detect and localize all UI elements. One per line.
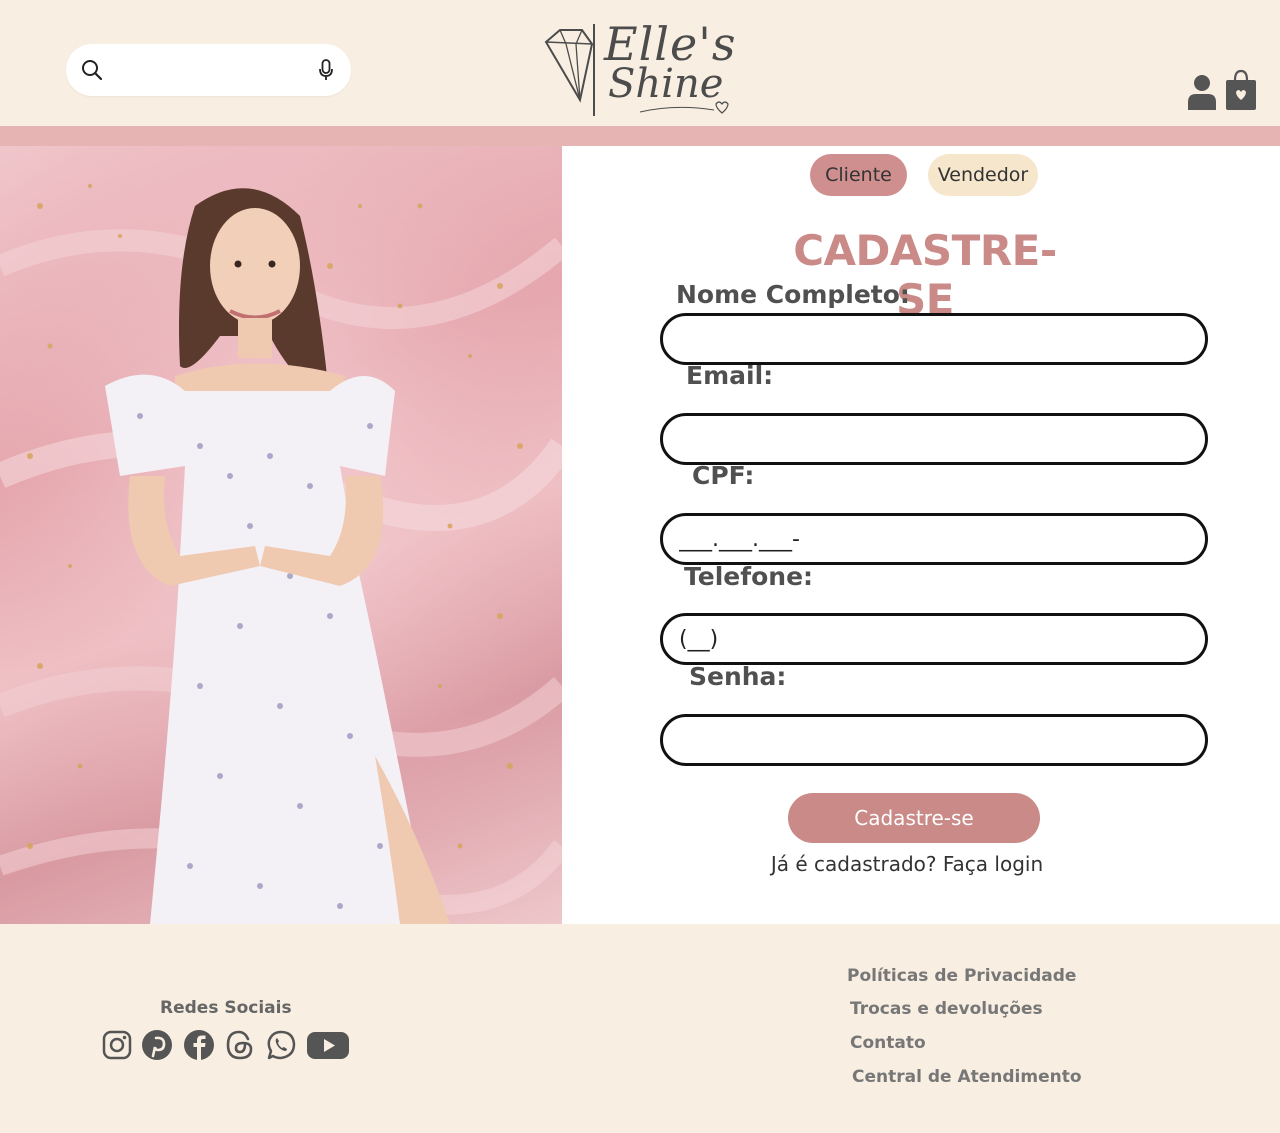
- nome-field[interactable]: [660, 313, 1208, 365]
- tab-cliente[interactable]: Cliente: [810, 154, 907, 196]
- footer-link-trocas[interactable]: Trocas e devoluções: [850, 999, 1043, 1019]
- instagram-icon[interactable]: [100, 1028, 134, 1062]
- social-title: Redes Sociais: [160, 998, 292, 1018]
- search-icon[interactable]: [80, 58, 104, 82]
- user-icon[interactable]: [1186, 74, 1218, 110]
- footer-link-contato[interactable]: Contato: [850, 1033, 926, 1053]
- search-bar[interactable]: [66, 44, 351, 96]
- header: Elle's Shine: [0, 0, 1280, 126]
- hero-model-image: [0, 146, 562, 924]
- telefone-field[interactable]: [660, 613, 1208, 665]
- brand-name: Elle's Shine: [604, 17, 737, 104]
- hero-illustration: [0, 146, 562, 924]
- cpf-field[interactable]: [660, 513, 1208, 565]
- heart-flourish-icon: [639, 101, 729, 114]
- header-actions: [1186, 68, 1258, 112]
- signup-panel: Cliente Vendedor CADASTRE-SE Nome Comple…: [562, 146, 1280, 924]
- brand-logo[interactable]: Elle's Shine: [540, 20, 740, 120]
- email-label: Email:: [686, 361, 774, 390]
- threads-icon[interactable]: [223, 1028, 257, 1062]
- login-link[interactable]: Já é cadastrado? Faça login: [722, 852, 1092, 876]
- pinterest-icon[interactable]: [140, 1028, 174, 1062]
- footer: Redes Sociais Políticas de Privacidade T…: [0, 924, 1280, 1133]
- senha-field[interactable]: [660, 714, 1208, 766]
- signup-button[interactable]: Cadastre-se: [788, 793, 1040, 843]
- facebook-icon[interactable]: [182, 1028, 216, 1062]
- tab-vendedor[interactable]: Vendedor: [928, 154, 1038, 196]
- search-input[interactable]: [112, 56, 306, 86]
- cpf-label: CPF:: [692, 461, 755, 490]
- header-divider-band: [0, 126, 1280, 146]
- shopping-bag-icon[interactable]: [1224, 68, 1258, 112]
- footer-link-privacidade[interactable]: Políticas de Privacidade: [847, 966, 1076, 986]
- whatsapp-icon[interactable]: [264, 1028, 298, 1062]
- brand-line-1: Elle's: [604, 17, 737, 71]
- footer-link-atendimento[interactable]: Central de Atendimento: [852, 1067, 1082, 1087]
- telefone-label: Telefone:: [684, 562, 814, 591]
- page-title: CADASTRE-SE: [793, 226, 1057, 324]
- senha-label: Senha:: [689, 662, 787, 691]
- microphone-icon[interactable]: [317, 58, 335, 82]
- email-field[interactable]: [660, 413, 1208, 465]
- youtube-icon[interactable]: [306, 1028, 350, 1062]
- nome-label: Nome Completo:: [676, 280, 910, 309]
- diamond-icon: [544, 24, 595, 116]
